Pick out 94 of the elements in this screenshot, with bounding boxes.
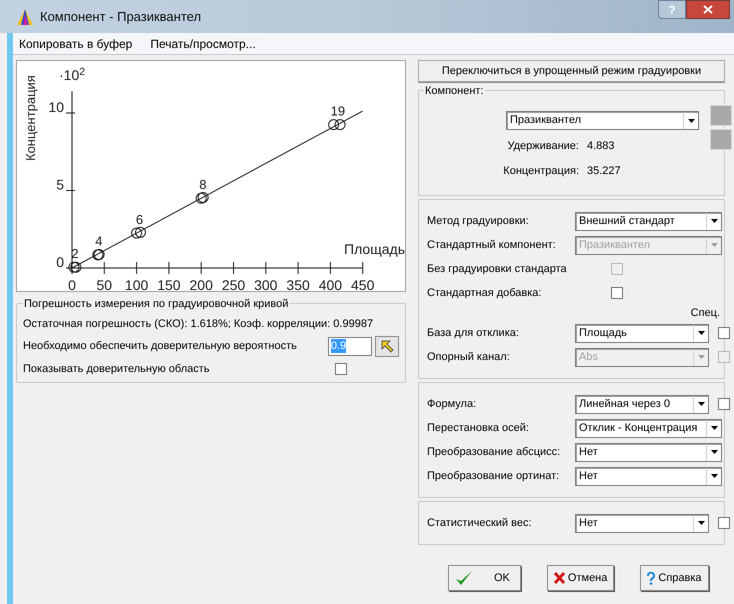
x-tick-label: 300: [254, 277, 278, 293]
check-icon: [455, 570, 473, 586]
dropdown-value: Отклик - Концентрация: [578, 420, 698, 436]
x-tick-label: 450: [351, 277, 374, 293]
confidence-value: 0.9: [330, 339, 346, 353]
point-label: 2: [71, 246, 79, 262]
field-label: Без градуировки стандарта: [427, 262, 568, 277]
residual-error-text: Остаточная погрешность (СКО): 1.618%; Коэф. корреляции: 0.99987: [23, 316, 374, 332]
switch-mode-button[interactable]: Переключиться в упрощенный режим градуировки: [418, 60, 725, 82]
field-label: Опорный канал:: [427, 350, 511, 365]
field-label: Перестановка осей:: [427, 420, 530, 436]
point-label: 4: [95, 234, 102, 249]
caret-icon: [710, 450, 718, 454]
group-title: Погрешность измерения по градуировочной кривой: [23, 296, 290, 312]
concentration-value: 35.227: [587, 164, 622, 179]
y-axis-multiplier: ·10$^{2}$: [59, 65, 86, 85]
question-icon: [647, 572, 656, 584]
dropdown[interactable]: Празиквантел: [506, 111, 699, 130]
close-button[interactable]: [686, 0, 730, 19]
dialog-button[interactable]: OK: [448, 565, 521, 591]
checkbox[interactable]: [718, 398, 730, 410]
x-tick-label: 100: [124, 277, 148, 293]
app-logo-icon: [16, 8, 34, 26]
caret-icon: [710, 219, 718, 223]
field-label: Преобразование абсцисс:: [427, 444, 562, 460]
dropdown-value: Площадь: [578, 326, 628, 341]
arrow-icon: [380, 339, 394, 353]
retention-label: Удерживание:: [506, 139, 579, 154]
x-tick-label: 250: [222, 277, 246, 293]
dialog-button[interactable]: Справка: [640, 565, 709, 591]
dropdown-value: Нет: [578, 468, 599, 484]
caret-icon: [710, 474, 718, 478]
point-label: 8: [199, 176, 206, 192]
caret-icon: [710, 243, 718, 247]
spec-header: Спец.: [690, 306, 720, 321]
field-label: Стандартная добавка:: [427, 286, 542, 301]
checkbox[interactable]: [718, 517, 730, 529]
concentration-label: Концентрация:: [502, 164, 579, 179]
cross-icon: [554, 572, 565, 584]
dropdown-value: Празиквантел: [578, 238, 652, 253]
retention-value: 4.883: [587, 139, 616, 154]
caret-icon: [698, 355, 704, 359]
show-area-label: Показывать доверительную область: [23, 362, 211, 377]
dropdown-value: Нет: [578, 444, 599, 460]
dropdown-value: Линейная через 0: [578, 396, 671, 412]
field-label: Метод градуировки:: [427, 214, 530, 229]
point-label: 19: [330, 104, 346, 119]
menu-item[interactable]: Копировать в буфер: [19, 34, 132, 52]
y-axis-title: Концентрация: [23, 75, 38, 161]
dropdown[interactable]: Нет: [575, 466, 722, 486]
dropdown-value: Нет: [578, 516, 599, 531]
field-label: База для отклика:: [427, 326, 520, 341]
dropdown[interactable]: Линейная через 0: [575, 394, 709, 414]
dropdown[interactable]: Нет: [575, 514, 709, 532]
y-tick-label: 0: [56, 254, 64, 270]
field-label: Формула:: [427, 396, 478, 412]
close-icon: [703, 5, 713, 14]
y-tick-label: 10: [48, 99, 64, 115]
x-tick-label: 400: [318, 277, 342, 293]
checkbox[interactable]: [335, 363, 347, 375]
dropdown-value: Abs: [578, 350, 599, 365]
y-tick-label: 5: [56, 176, 64, 192]
data-point: [328, 119, 340, 130]
field-label: Статистический вес:: [427, 516, 532, 531]
dropdown-value: Внешний стандарт: [578, 214, 676, 229]
x-tick-label: 200: [190, 277, 213, 293]
caret-icon: [698, 521, 704, 525]
x-tick-label: 50: [96, 277, 112, 293]
x-tick-label: 150: [157, 277, 181, 293]
dropdown-value: Празиквантел: [509, 113, 582, 128]
caret-icon: [698, 402, 704, 406]
x-tick-label: 350: [286, 277, 310, 293]
confidence-label: Необходимо обеспечить доверительную вероятность: [23, 338, 298, 354]
field-label: Преобразование ортинат:: [427, 468, 560, 484]
checkbox[interactable]: [718, 327, 730, 339]
caret-icon: [688, 118, 694, 122]
dialog-button[interactable]: Отмена: [546, 565, 614, 591]
dropdown[interactable]: Нет: [575, 442, 722, 462]
dropdown[interactable]: Площадь: [575, 324, 709, 342]
dropdown[interactable]: Отклик - Концентрация: [575, 418, 722, 438]
checkbox[interactable]: [611, 287, 623, 299]
window-title: Компонент - Празиквантел: [40, 8, 202, 26]
apply-button[interactable]: [375, 336, 399, 356]
caret-icon: [710, 426, 718, 430]
caret-icon: [698, 331, 704, 335]
x-axis-title: Площадь: [344, 241, 405, 257]
x-tick-label: 0: [68, 277, 76, 293]
data-point: [131, 228, 142, 239]
point-label: 6: [136, 212, 144, 227]
dropdown[interactable]: Внешний стандарт: [575, 212, 722, 230]
field-label: Стандартный компонент:: [427, 238, 557, 253]
menu-item[interactable]: Печать/просмотр...: [150, 34, 256, 52]
data-point: [334, 119, 346, 130]
data-point: [134, 226, 146, 238]
